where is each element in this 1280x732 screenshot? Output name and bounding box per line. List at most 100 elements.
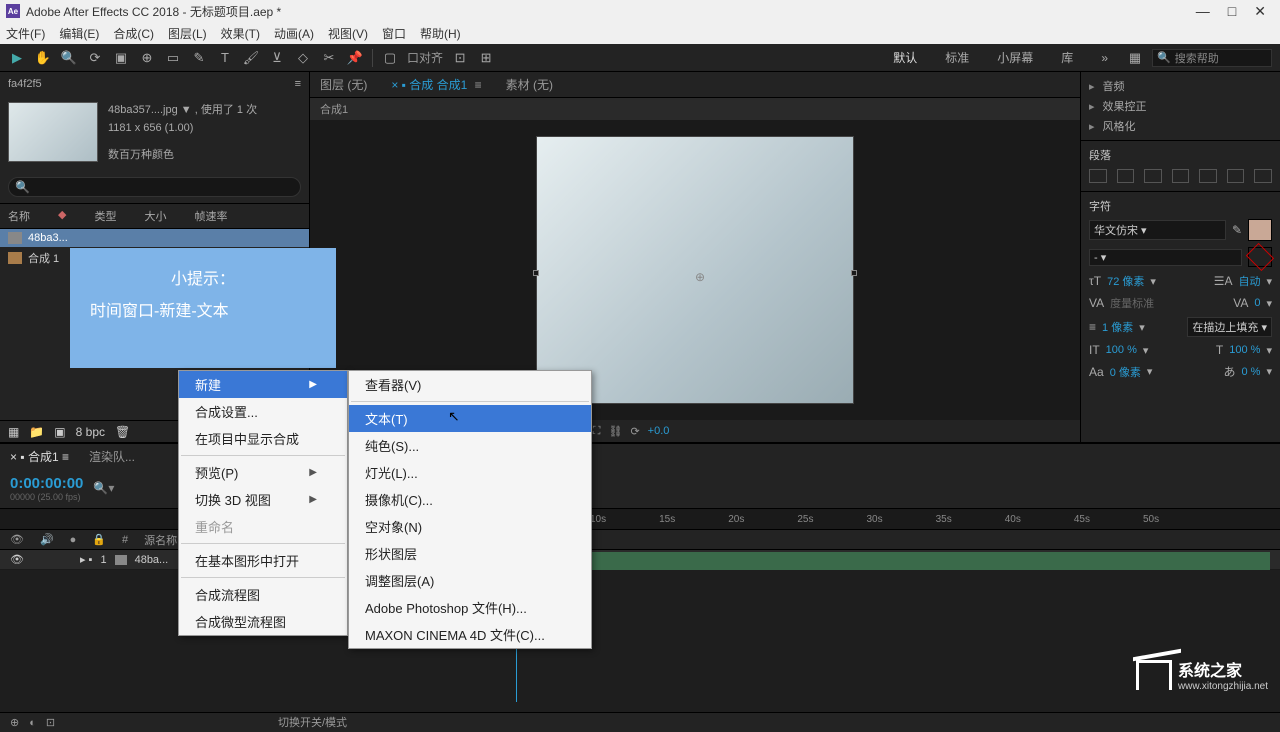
menu-layer[interactable]: 图层(L) xyxy=(168,25,207,42)
timecode[interactable]: 0:00:00:00 xyxy=(10,475,83,492)
align-left-icon[interactable] xyxy=(1089,169,1107,183)
timeline-tab-render[interactable]: 渲染队... xyxy=(89,448,135,465)
roto-tool-icon[interactable]: ✂ xyxy=(320,49,338,67)
zoom-icon[interactable]: ⊕ xyxy=(10,716,19,729)
col-type[interactable]: 类型 xyxy=(94,208,116,224)
audio-icon[interactable]: 🔊 xyxy=(40,533,54,546)
workspace-more-icon[interactable]: » xyxy=(1091,51,1118,65)
asset-thumbnail[interactable] xyxy=(8,102,98,162)
align-center-icon[interactable] xyxy=(1117,169,1135,183)
menu-window[interactable]: 窗口 xyxy=(382,25,406,42)
menu-view[interactable]: 视图(V) xyxy=(328,25,368,42)
snap-opt1-icon[interactable]: ⊡ xyxy=(451,49,469,67)
viewer-breadcrumb[interactable]: 合成1 xyxy=(310,98,1080,120)
menu-composition[interactable]: 合成(C) xyxy=(113,25,154,42)
help-search[interactable]: 🔍 搜索帮助 xyxy=(1152,49,1272,67)
shape-tool-icon[interactable]: ▭ xyxy=(164,49,182,67)
panel-toggle-icon[interactable]: ▦ xyxy=(1126,49,1144,67)
expand-icon[interactable]: ▸ xyxy=(1089,80,1095,93)
ctx-new-psd[interactable]: Adobe Photoshop 文件(H)... xyxy=(349,594,591,621)
resize-handle[interactable] xyxy=(533,270,539,276)
puppet-tool-icon[interactable]: 📌 xyxy=(346,49,364,67)
anchor-tool-icon[interactable]: ⊕ xyxy=(138,49,156,67)
zoom-tool-icon[interactable]: 🔍 xyxy=(60,49,78,67)
col-size[interactable]: 大小 xyxy=(144,208,166,224)
menu-effect[interactable]: 效果(T) xyxy=(221,25,260,42)
ctx-preview[interactable]: 预览(P)▶ xyxy=(179,459,347,486)
layer-expand-icon[interactable]: ▸ ▪ xyxy=(80,553,92,566)
hand-tool-icon[interactable]: ✋ xyxy=(34,49,52,67)
ctx-flowchart[interactable]: 合成流程图 xyxy=(179,581,347,608)
timeline-search-icon[interactable]: 🔍▾ xyxy=(93,481,114,495)
ctx-comp-settings[interactable]: 合成设置... xyxy=(179,398,347,425)
text-tool-icon[interactable]: T xyxy=(216,49,234,67)
project-search[interactable]: 🔍 xyxy=(8,177,301,197)
menu-animation[interactable]: 动画(A) xyxy=(274,25,314,42)
group-stylize[interactable]: 风格化 xyxy=(1103,118,1136,134)
expand-icon[interactable]: ▸ xyxy=(1089,100,1095,113)
ctx-new-null[interactable]: 空对象(N) xyxy=(349,513,591,540)
font-select[interactable]: 华文仿宋 ▾ xyxy=(1089,220,1226,240)
bpc-label[interactable]: 8 bpc xyxy=(76,425,105,439)
minimize-button[interactable]: — xyxy=(1196,3,1210,20)
exposure-value[interactable]: +0.0 xyxy=(648,425,670,437)
close-button[interactable]: ✕ xyxy=(1254,3,1266,20)
toggle-switches[interactable]: 切换开关/模式 xyxy=(278,714,347,730)
lock-icon[interactable]: 🔒 xyxy=(92,533,106,546)
expand-icon[interactable]: ▸ xyxy=(1089,120,1095,133)
layer-name[interactable]: 48ba... xyxy=(135,554,169,566)
fontstyle-select[interactable]: - ▾ xyxy=(1089,249,1242,266)
menu-edit[interactable]: 编辑(E) xyxy=(59,25,99,42)
viewer-opt-icon[interactable]: ⛶ xyxy=(593,425,601,438)
selection-tool-icon[interactable]: ▶ xyxy=(8,49,26,67)
composition-canvas[interactable]: ⊕ xyxy=(536,136,854,404)
snap-toggle-icon[interactable]: ▢ xyxy=(381,49,399,67)
viewer-opt-icon[interactable]: ⛓ xyxy=(608,425,622,438)
resize-handle[interactable] xyxy=(851,270,857,276)
pen-tool-icon[interactable]: ✎ xyxy=(190,49,208,67)
ctx-new-camera[interactable]: 摄像机(C)... xyxy=(349,486,591,513)
frame-blend-icon[interactable]: ⊡ xyxy=(46,716,55,729)
eyedropper-icon[interactable]: ✎ xyxy=(1232,223,1242,237)
tab-layer[interactable]: 图层 (无) xyxy=(320,76,367,93)
new-comp-icon[interactable]: ▣ xyxy=(54,425,65,439)
col-tag-icon[interactable]: ◆ xyxy=(58,208,66,224)
kerning-value[interactable]: 度量标准 xyxy=(1110,295,1154,311)
workspace-default[interactable]: 默认 xyxy=(883,49,927,66)
ctx-switch-3d[interactable]: 切换 3D 视图▶ xyxy=(179,486,347,513)
rotate-tool-icon[interactable]: ⟳ xyxy=(86,49,104,67)
leading-value[interactable]: 自动 xyxy=(1238,273,1260,289)
group-fx[interactable]: 效果控正 xyxy=(1103,98,1147,114)
fontsize-value[interactable]: 72 像素 xyxy=(1107,273,1144,289)
tracking-value[interactable]: 0 xyxy=(1254,297,1260,309)
stamp-tool-icon[interactable]: ⊻ xyxy=(268,49,286,67)
vscale-value[interactable]: 100 % xyxy=(1106,344,1137,356)
interpret-icon[interactable]: ▦ xyxy=(8,425,19,439)
stroke-option-select[interactable]: 在描边上填充 ▾ xyxy=(1187,317,1272,337)
ctx-new-adjustment[interactable]: 调整图层(A) xyxy=(349,567,591,594)
ctx-new-light[interactable]: 灯光(L)... xyxy=(349,459,591,486)
ctx-mini-flowchart[interactable]: 合成微型流程图 xyxy=(179,608,347,635)
maximize-button[interactable]: □ xyxy=(1228,3,1236,20)
tab-composition[interactable]: × ▪ 合成 合成1 ≡ xyxy=(391,76,481,93)
visibility-icon[interactable]: 👁 xyxy=(10,533,24,546)
justify-all-icon[interactable] xyxy=(1254,169,1272,183)
new-folder-icon[interactable]: 📁 xyxy=(29,425,44,439)
align-label[interactable]: 口对齐 xyxy=(407,49,443,66)
brush-tool-icon[interactable]: 🖌 xyxy=(242,49,260,67)
snap-opt2-icon[interactable]: ⊞ xyxy=(477,49,495,67)
panel-menu-icon[interactable]: ≡ xyxy=(295,78,301,90)
workspace-small[interactable]: 小屏幕 xyxy=(987,49,1043,66)
eraser-tool-icon[interactable]: ◇ xyxy=(294,49,312,67)
hscale-value[interactable]: 100 % xyxy=(1229,344,1260,356)
layer-visibility-icon[interactable]: 👁 xyxy=(10,553,24,566)
justify-right-icon[interactable] xyxy=(1227,169,1245,183)
fill-color-swatch[interactable] xyxy=(1248,219,1272,241)
group-audio[interactable]: 音频 xyxy=(1103,78,1125,94)
trash-icon[interactable]: 🗑 xyxy=(115,425,130,439)
ctx-new-text[interactable]: 文本(T) xyxy=(349,405,591,432)
camera-tool-icon[interactable]: ▣ xyxy=(112,49,130,67)
ctx-new-solid[interactable]: 纯色(S)... xyxy=(349,432,591,459)
col-fps[interactable]: 帧速率 xyxy=(194,208,227,224)
timeline-tab-comp[interactable]: × ▪ 合成1 ≡ xyxy=(10,448,69,465)
